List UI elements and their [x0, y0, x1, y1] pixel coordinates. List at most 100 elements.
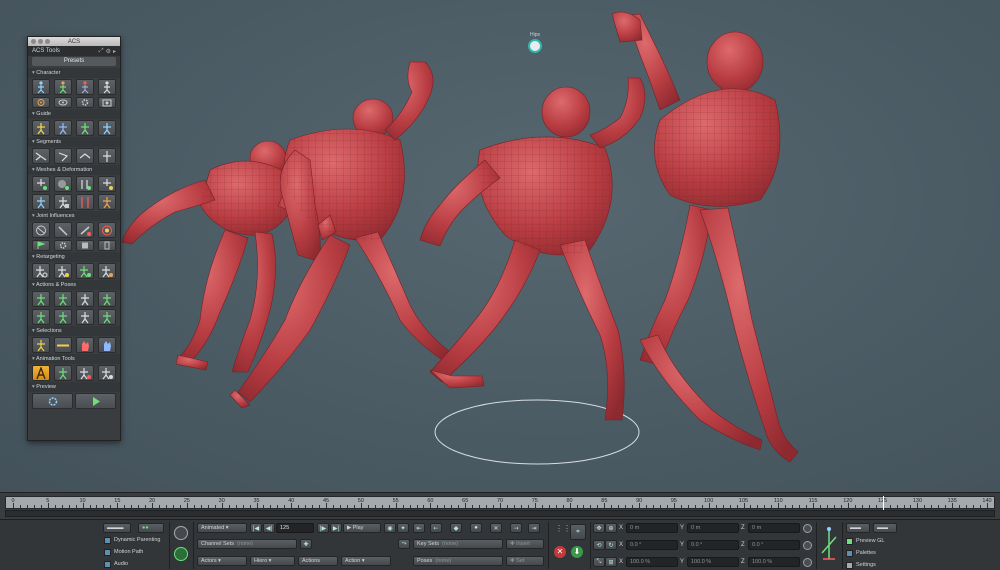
guide-tool-2-icon[interactable]	[54, 120, 72, 136]
go-end-icon[interactable]: ▶|	[330, 523, 342, 533]
channel-sets-add-icon[interactable]: ✚	[300, 539, 312, 549]
layout-2-button[interactable]: ▬▬	[873, 523, 897, 533]
step-forward-icon[interactable]: |▶	[317, 523, 329, 533]
pos-options-icon[interactable]	[803, 524, 812, 533]
pos-z-field[interactable]: 0 m	[748, 523, 800, 533]
camera-icon[interactable]	[98, 97, 116, 108]
preview-settings-icon[interactable]	[32, 393, 73, 409]
section-preview[interactable]: Preview	[28, 382, 120, 392]
pos-x-field[interactable]: 0 m	[626, 523, 678, 533]
poses-dropdown[interactable]: Poses (none)	[413, 556, 503, 566]
action-dropdown[interactable]: Action ▾	[341, 556, 391, 566]
action-tool-1-icon[interactable]	[32, 291, 50, 307]
motion-path-item[interactable]: Motion Path	[104, 547, 143, 557]
key-next-icon[interactable]: ⇢	[510, 523, 522, 533]
section-animation-tools[interactable]: Animation Tools	[28, 354, 120, 364]
scl-x-field[interactable]: 100.0 %	[626, 557, 678, 567]
axis-gizmo-icon[interactable]	[820, 525, 838, 565]
retarget-tool-2-icon[interactable]	[54, 263, 72, 279]
set-button[interactable]: ✚ Set	[506, 556, 544, 566]
retarget-tool-4-icon[interactable]	[98, 263, 116, 279]
pose-tool-3-icon[interactable]	[76, 309, 94, 325]
joint-tool-2-icon[interactable]	[54, 222, 72, 238]
rotation-mode-icon[interactable]: ↻	[605, 540, 617, 550]
square-icon[interactable]	[76, 240, 94, 251]
page-icon[interactable]	[98, 240, 116, 251]
guide-tool-1-icon[interactable]	[32, 120, 50, 136]
timeline-track[interactable]	[5, 510, 995, 517]
character-tool-3-icon[interactable]	[76, 79, 94, 95]
gear-icon[interactable]: ⚙	[106, 48, 111, 55]
mesh-tool-4-icon[interactable]	[98, 176, 116, 192]
key-options-icon[interactable]: ✦	[397, 523, 409, 533]
joint-tool-3-icon[interactable]	[76, 222, 94, 238]
character-tool-1-icon[interactable]	[32, 79, 50, 95]
hierarchy-dropdown[interactable]: Hiero ▾	[250, 556, 295, 566]
section-segments[interactable]: Segments	[28, 137, 120, 147]
key-sets-dropdown[interactable]: Key Sets (none)	[413, 539, 503, 549]
section-joint-influences[interactable]: Joint Influences	[28, 211, 120, 221]
settings-item[interactable]: Settings	[846, 560, 876, 570]
mesh-tool-6-icon[interactable]	[54, 194, 72, 210]
eye-icon[interactable]	[54, 97, 72, 108]
position-mode-icon[interactable]: ⊕	[605, 523, 617, 533]
character-tool-4-icon[interactable]	[98, 79, 116, 95]
audio-item[interactable]: Audio	[104, 559, 128, 569]
segment-tool-1-icon[interactable]	[32, 148, 50, 164]
mesh-tool-8-icon[interactable]	[98, 194, 116, 210]
rot-y-field[interactable]: 0.0 °	[687, 540, 739, 550]
settings-gear-icon[interactable]	[76, 97, 94, 108]
guide-tool-4-icon[interactable]	[98, 120, 116, 136]
acs-tools-tab[interactable]: ACS Tools	[32, 48, 60, 54]
mesh-tool-5-icon[interactable]	[32, 194, 50, 210]
action-tool-3-icon[interactable]	[76, 291, 94, 307]
dynamic-parenting-item[interactable]: Dynamic Parenting	[104, 535, 160, 545]
layout-1-button[interactable]: ▬▬	[846, 523, 870, 533]
scale-mode-icon[interactable]: ⊞	[605, 557, 617, 567]
flag-icon[interactable]	[32, 240, 50, 251]
scl-options-icon[interactable]	[803, 558, 812, 567]
snap-icon[interactable]: ⌗	[570, 524, 586, 540]
section-character[interactable]: Character	[28, 68, 120, 78]
segment-tool-3-icon[interactable]	[76, 148, 94, 164]
menu-icon[interactable]: ▸	[113, 48, 116, 55]
frame-field[interactable]: 125	[276, 523, 314, 533]
action-tool-2-icon[interactable]	[54, 291, 72, 307]
section-retargeting[interactable]: Retargeting	[28, 252, 120, 262]
pos-y-field[interactable]: 0 m	[687, 523, 739, 533]
animation-tool-1-icon[interactable]	[32, 365, 50, 381]
preview-play-icon[interactable]	[75, 393, 116, 409]
timeline-ruler[interactable]: 0 5 10 15 20 25 30 35 40 45 50 55 60 65 70 75 80 85 90 95 10…	[5, 496, 995, 511]
mesh-tool-2-icon[interactable]	[54, 176, 72, 192]
joint-tool-1-icon[interactable]	[32, 222, 50, 238]
scale-icon[interactable]: ⤡	[593, 557, 605, 567]
pose-tool-1-icon[interactable]	[32, 309, 50, 325]
retarget-tool-3-icon[interactable]	[76, 263, 94, 279]
mesh-tool-1-icon[interactable]	[32, 176, 50, 192]
scl-z-field[interactable]: 100.0 %	[748, 557, 800, 567]
position-icon[interactable]: ✥	[593, 523, 605, 533]
3d-viewport[interactable]: Hips ACS ACS Tools ⤢⚙▸ Presets Character	[0, 0, 1000, 492]
animation-tool-3-icon[interactable]	[76, 365, 94, 381]
joint-settings-icon[interactable]	[54, 240, 72, 251]
segment-tool-4-icon[interactable]	[98, 148, 116, 164]
retarget-tool-1-icon[interactable]	[32, 263, 50, 279]
character-tool-2-icon[interactable]	[54, 79, 72, 95]
channel-sets-dropdown[interactable]: Channel Sets (none)	[197, 539, 297, 549]
expand-icon[interactable]: ⤢	[99, 48, 104, 55]
key-record-icon[interactable]: ●	[470, 523, 482, 533]
presets-button[interactable]: Presets	[32, 57, 116, 66]
mesh-tool-7-icon[interactable]	[76, 194, 94, 210]
hips-control-marker[interactable]: Hips	[524, 32, 546, 53]
hand-icon[interactable]	[76, 337, 94, 353]
acs-titlebar[interactable]: ACS	[28, 37, 120, 46]
palettes-item[interactable]: Palettes	[846, 548, 876, 558]
view-toggle-button[interactable]: ▬▬▬	[103, 523, 131, 533]
selection-tool-2-icon[interactable]	[54, 337, 72, 353]
preview-gl-item[interactable]: Preview GL	[846, 536, 884, 546]
joint-tool-4-icon[interactable]	[98, 222, 116, 238]
playhead[interactable]	[882, 496, 884, 511]
link-button[interactable]: ●●	[138, 523, 164, 533]
animation-tool-2-icon[interactable]	[54, 365, 72, 381]
animation-tool-4-icon[interactable]	[98, 365, 116, 381]
